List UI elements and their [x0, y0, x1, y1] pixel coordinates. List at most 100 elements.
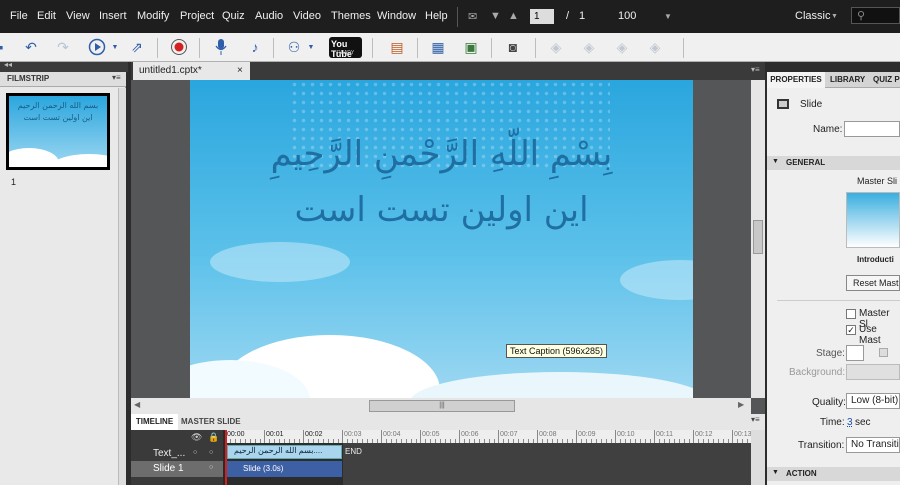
toolbar-separator — [372, 38, 373, 58]
layer-name-text[interactable]: Text_... — [153, 448, 185, 459]
slide-bar[interactable]: Slide (3.0s) — [227, 461, 342, 477]
slide-lock-dot[interactable]: ○ — [209, 464, 213, 471]
project-background-checkbox[interactable] — [879, 348, 888, 357]
save-icon[interactable]: ▪ — [0, 37, 12, 57]
menu-view[interactable]: View — [66, 10, 90, 22]
playhead[interactable] — [225, 430, 227, 485]
menu-insert[interactable]: Insert — [99, 10, 127, 22]
tab-quiz-properties[interactable]: QUIZ P — [873, 72, 900, 88]
character-dropdown-icon[interactable]: ▼ — [300, 37, 322, 57]
caption-line-1[interactable]: بِسْمِ اللّهِ الرَّحْمنِ الرَّحِيمِ — [190, 134, 693, 174]
timeline-menu-icon[interactable]: ▾≡ — [751, 415, 760, 424]
ruler-tick: 00:08 — [539, 431, 557, 438]
slide-canvas[interactable]: بِسْمِ اللّهِ الرَّحْمنِ الرَّحِيمِ اين … — [190, 80, 693, 398]
zoom-value[interactable]: 100 — [618, 10, 636, 22]
tab-library[interactable]: LIBRARY — [830, 72, 865, 88]
music-note-icon[interactable]: ♪ — [244, 37, 266, 57]
publish-icon[interactable]: ⇗ — [126, 37, 148, 57]
zoom-dropdown-icon[interactable]: ▼ — [664, 12, 672, 21]
name-input[interactable] — [844, 121, 900, 137]
scroll-right-icon[interactable]: ▶ — [738, 400, 744, 409]
ruler-tick: 00:06 — [461, 431, 479, 438]
page-total: 1 — [579, 10, 586, 22]
filmstrip-scrollbar[interactable] — [118, 88, 126, 485]
ruler-mark — [333, 439, 334, 443]
ruler-mark — [260, 439, 261, 443]
send-backward-icon[interactable]: ◈ — [578, 37, 600, 57]
close-tab-icon[interactable]: × — [237, 62, 243, 80]
toolbar-separator — [683, 38, 684, 58]
layer-row-selected[interactable]: Slide 1 ○ — [131, 461, 223, 477]
tab-menu-icon[interactable]: ▾≡ — [751, 65, 760, 74]
workspace-dropdown-icon[interactable]: ▼ — [831, 13, 838, 20]
menu-themes[interactable]: Themes — [331, 10, 371, 22]
tab-properties[interactable]: PROPERTIES — [767, 72, 825, 88]
workspace-selector[interactable]: Classic — [795, 10, 830, 22]
send-to-back-icon[interactable]: ◈ — [644, 37, 666, 57]
scroll-left-icon[interactable]: ◀ — [134, 400, 140, 409]
layer-lock-dot[interactable]: ○ — [209, 449, 213, 456]
ruler-mark — [279, 439, 280, 443]
play-dropdown-icon[interactable]: ▼ — [104, 37, 126, 57]
ruler-mark — [328, 439, 329, 443]
mail-icon[interactable]: ✉ — [468, 10, 477, 23]
menu-project[interactable]: Project — [180, 10, 214, 22]
undo-icon[interactable]: ↶ — [20, 37, 42, 57]
record-icon[interactable] — [168, 37, 190, 57]
menu-audio[interactable]: Audio — [255, 10, 283, 22]
menu-window[interactable]: Window — [377, 10, 416, 22]
menu-edit[interactable]: Edit — [37, 10, 56, 22]
time-value[interactable]: 3 — [847, 417, 853, 428]
horizontal-scroll-thumb[interactable]: ||| — [369, 400, 515, 412]
vertical-scroll-thumb[interactable] — [753, 220, 763, 254]
visibility-header-icon[interactable]: 👁 — [191, 432, 202, 443]
microphone-icon[interactable] — [210, 37, 232, 57]
menu-file[interactable]: File — [10, 10, 28, 22]
stage-label: Stage: — [816, 348, 845, 359]
page-separator: / — [566, 10, 570, 22]
page-number-input[interactable]: 1 — [530, 9, 554, 24]
slide-thumbnail[interactable]: بسم الله الرحمن الرحيم اين اولين تست است — [6, 93, 110, 170]
background-picker[interactable] — [846, 364, 900, 380]
master-objects-checkbox[interactable] — [846, 309, 856, 319]
action-section-header[interactable]: ▼ ACTION — [767, 467, 900, 481]
text-caption-bar[interactable]: بسم الله الرحمن الرحيم.... — [227, 445, 342, 459]
reset-master-button[interactable]: Reset Mast — [846, 275, 900, 291]
bring-to-front-icon[interactable]: ◈ — [611, 37, 633, 57]
arrow-down-icon[interactable]: ▼ — [490, 10, 501, 22]
frame-icon[interactable]: ▣ — [460, 37, 482, 57]
layer-visibility-dot[interactable]: ○ — [193, 449, 197, 456]
bring-forward-icon[interactable]: ◈ — [545, 37, 567, 57]
slide-properties-icon[interactable]: ▤ — [386, 37, 408, 57]
menu-help[interactable]: Help — [425, 10, 448, 22]
ruler-mark — [294, 439, 295, 443]
table-icon[interactable]: ▦ — [427, 37, 449, 57]
horizontal-scrollbar[interactable]: ◀ ||| ▶ — [131, 398, 751, 414]
master-slide-preview[interactable] — [846, 192, 900, 248]
widget-icon[interactable]: ◙ — [502, 37, 524, 57]
stage-color-picker[interactable] — [846, 345, 864, 361]
search-input[interactable]: ⚲ — [851, 7, 900, 24]
cloud — [620, 260, 693, 300]
arrow-up-icon[interactable]: ▲ — [508, 10, 519, 22]
timeline-scrollbar[interactable] — [751, 430, 765, 485]
tab-master-slide[interactable]: MASTER SLIDE — [181, 414, 241, 430]
collapse-arrows-icon[interactable]: ◂◂ — [4, 60, 12, 69]
quality-select[interactable]: Low (8-bit) — [846, 393, 900, 409]
youtube-button[interactable]: You Tube READY — [329, 37, 362, 59]
timeline-tracks[interactable]: 00:00 00:01 00:02 00:03 00:04 00:05 00:06 00:07… — [225, 430, 751, 485]
timeline-ruler[interactable]: 00:00 00:01 00:02 00:03 00:04 00:05 00:06 00:07… — [225, 430, 751, 443]
use-master-checkbox[interactable]: ✓ — [846, 325, 856, 335]
lock-header-icon[interactable]: 🔒 — [208, 432, 219, 443]
vertical-scrollbar[interactable] — [751, 80, 765, 398]
general-section-header[interactable]: ▼ GENERAL — [767, 156, 900, 170]
menu-modify[interactable]: Modify — [137, 10, 169, 22]
panel-menu-icon[interactable]: ▾≡ — [112, 73, 121, 82]
menu-quiz[interactable]: Quiz — [222, 10, 245, 22]
transition-select[interactable]: No Transiti — [846, 437, 900, 453]
tab-timeline[interactable]: TIMELINE — [131, 414, 178, 430]
redo-icon[interactable]: ↷ — [52, 37, 74, 57]
document-tab[interactable]: untitled1.cptx* × — [133, 62, 250, 80]
caption-line-2[interactable]: اين اولين تست است — [190, 190, 693, 230]
menu-video[interactable]: Video — [293, 10, 321, 22]
